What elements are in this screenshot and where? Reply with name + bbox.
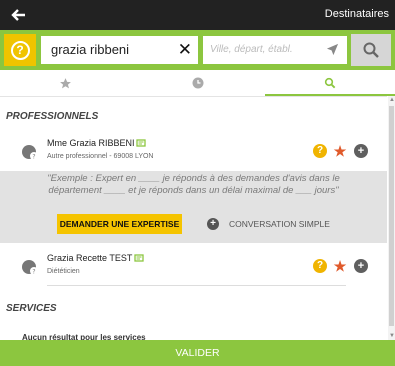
services-heading: SERVICES — [6, 303, 57, 314]
help-button[interactable]: ? — [4, 34, 36, 66]
tab-history[interactable] — [130, 70, 265, 96]
favorite-star-icon[interactable]: ★ — [333, 259, 347, 273]
scroll-down-icon[interactable]: ▼ — [389, 333, 395, 339]
simple-conversation-link[interactable]: CONVERSATION SIMPLE — [229, 219, 330, 229]
messaging-icon — [134, 254, 144, 262]
expertise-text-line-1: "Exemple : Expert en ____ je réponds à d… — [47, 173, 340, 184]
location-placeholder: Ville, départ, établ. — [210, 44, 293, 55]
expertise-panel: "Exemple : Expert en ____ je réponds à d… — [0, 171, 387, 243]
add-icon[interactable]: + — [354, 259, 368, 273]
scrollbar-thumb[interactable] — [389, 106, 394, 326]
favorite-star-icon[interactable]: ★ — [333, 144, 347, 158]
help-icon[interactable]: ? — [313, 144, 327, 158]
top-bar: Destinataires — [0, 0, 395, 30]
search-button[interactable] — [351, 34, 391, 66]
expertise-example-text: "Exemple : Expert en ____ je réponds à d… — [0, 173, 387, 197]
scrollbar[interactable]: ▲ ▼ — [388, 96, 395, 340]
search-icon — [324, 77, 336, 89]
tab-bar — [0, 70, 395, 96]
divider — [47, 285, 346, 286]
clock-icon — [192, 77, 203, 89]
messaging-icon — [136, 139, 146, 147]
result-name: Mme Grazia RIBBENI — [47, 138, 135, 148]
result-row[interactable]: ? Mme Grazia RIBBENI Autre professionnel… — [0, 136, 387, 172]
professional-avatar-icon: ? — [22, 260, 38, 276]
location-input[interactable]: Ville, départ, établ. — [203, 36, 347, 64]
svg-text:?: ? — [32, 269, 35, 276]
validate-button[interactable]: VALIDER — [0, 340, 395, 366]
result-name: Grazia Recette TEST — [47, 253, 133, 263]
search-icon — [363, 42, 379, 58]
result-subtitle: Autre professionnel - 69008 LYON — [47, 153, 154, 160]
clear-icon[interactable]: ✕ — [178, 40, 192, 60]
recipients-label[interactable]: Destinataires — [325, 8, 389, 20]
results-panel: PROFESSIONNELS ? Mme Grazia RIBBENI Autr… — [0, 96, 387, 341]
tab-search[interactable] — [265, 70, 395, 96]
tab-favorites[interactable] — [0, 70, 130, 96]
result-subtitle: Diététicien — [47, 268, 80, 275]
question-icon: ? — [10, 40, 30, 60]
expertise-text-line-2: département ____ et je réponds dans un d… — [48, 185, 339, 196]
back-arrow-icon[interactable] — [9, 6, 27, 24]
professionals-heading: PROFESSIONNELS — [6, 111, 99, 122]
svg-text:?: ? — [32, 154, 35, 161]
request-expertise-button[interactable]: DEMANDER UNE EXPERTISE — [57, 214, 182, 234]
star-icon — [59, 77, 71, 88]
search-input-value: grazia ribbeni — [51, 42, 130, 57]
professional-avatar-icon: ? — [22, 145, 38, 161]
help-icon[interactable]: ? — [313, 259, 327, 273]
scroll-up-icon[interactable]: ▲ — [389, 97, 395, 103]
search-input[interactable]: grazia ribbeni ✕ — [41, 36, 198, 64]
result-row[interactable]: ? Grazia Recette TEST Diététicien ? ★ + — [0, 251, 387, 287]
add-icon[interactable]: + — [354, 144, 368, 158]
location-arrow-icon[interactable] — [326, 43, 339, 56]
search-bar: ? grazia ribbeni ✕ Ville, départ, établ. — [0, 30, 395, 70]
add-conversation-icon[interactable]: + — [207, 218, 219, 230]
